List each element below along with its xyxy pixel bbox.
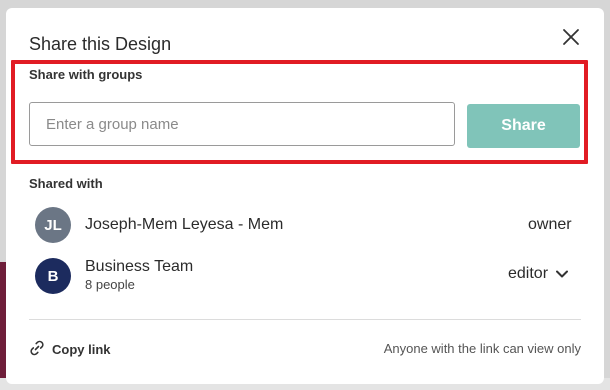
copy-link-label: Copy link: [52, 342, 111, 357]
dialog-title: Share this Design: [29, 34, 172, 54]
shared-with-label: Shared with: [29, 176, 103, 191]
role-dropdown[interactable]: editor: [508, 265, 569, 283]
copy-link-button[interactable]: Copy link: [28, 339, 111, 360]
share-button[interactable]: Share: [467, 104, 580, 148]
avatar-initials: B: [47, 267, 59, 285]
avatar: B: [35, 258, 71, 294]
share-dialog: Share this Design Share with groups Shar…: [6, 8, 604, 384]
member-subtitle: 8 people: [85, 277, 135, 292]
member-role: owner: [528, 216, 572, 233]
avatar-initials: JL: [44, 216, 62, 234]
link-icon: [28, 339, 46, 360]
groups-section-label: Share with groups: [29, 67, 143, 82]
role-dropdown-value: editor: [508, 265, 549, 282]
close-icon[interactable]: [560, 26, 582, 48]
link-permission-note: Anyone with the link can view only: [383, 341, 581, 356]
divider: [29, 319, 581, 320]
avatar: JL: [35, 207, 71, 243]
group-name-input[interactable]: [29, 102, 455, 146]
member-name: Joseph-Mem Leyesa - Mem: [85, 216, 284, 233]
member-name: Business Team: [85, 258, 194, 275]
chevron-down-icon: [556, 265, 569, 283]
